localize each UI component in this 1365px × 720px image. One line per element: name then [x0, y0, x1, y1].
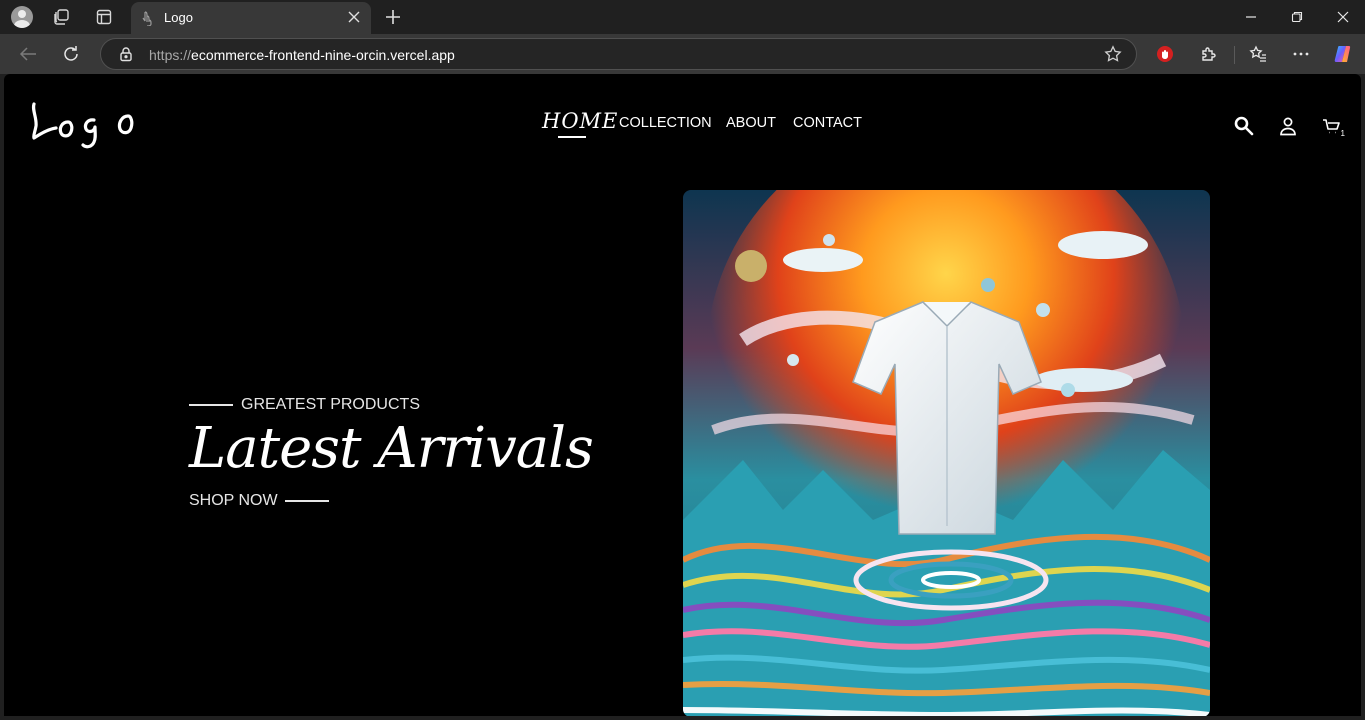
nav-collection[interactable]: COLLECTION: [619, 115, 712, 131]
toolbar-separator: [1234, 46, 1235, 64]
more-icon[interactable]: [1288, 42, 1314, 66]
plus-icon[interactable]: [381, 5, 405, 29]
url-text[interactable]: https://ecommerce-frontend-nine-orcin.ve…: [149, 47, 455, 63]
nav-contact[interactable]: CONTACT: [793, 115, 862, 131]
hero-headline: Latest Arrivals: [189, 416, 594, 481]
hero-subtitle: GREATEST PRODUCTS: [241, 396, 420, 413]
favorites-icon[interactable]: [1245, 42, 1271, 66]
nav-active-indicator: [558, 136, 586, 138]
tab-actions-icon[interactable]: [93, 6, 115, 28]
back-icon[interactable]: [15, 42, 41, 66]
active-tab[interactable]: Logo: [131, 2, 371, 34]
subtitle-line: [189, 404, 233, 406]
puzzle-icon[interactable]: [1196, 42, 1222, 66]
close-window-icon[interactable]: [1331, 5, 1355, 29]
shop-line: [285, 500, 329, 502]
browser-toolbar: https://ecommerce-frontend-nine-orcin.ve…: [0, 34, 1365, 74]
cart-icon[interactable]: 1: [1320, 114, 1345, 138]
tab-strip: Logo: [0, 0, 1365, 34]
page-viewport: HOME COLLECTION ABOUT CONTACT 1 GREATEST…: [4, 74, 1361, 716]
search-icon[interactable]: [1232, 114, 1256, 138]
close-icon[interactable]: [345, 8, 363, 26]
hero-text: GREATEST PRODUCTS Latest Arrivals SHOP N…: [189, 392, 669, 512]
shop-now-link[interactable]: SHOP NOW: [189, 492, 278, 510]
user-icon[interactable]: [1276, 114, 1300, 138]
nav-about[interactable]: ABOUT: [726, 115, 776, 131]
lock-icon[interactable]: [118, 46, 134, 62]
cart-count-badge: 1: [1340, 129, 1345, 138]
tab-title: Logo: [164, 10, 193, 25]
refresh-icon[interactable]: [58, 42, 84, 66]
hero-image: [683, 190, 1210, 716]
restore-icon[interactable]: [1285, 5, 1309, 29]
workspaces-icon[interactable]: [50, 6, 72, 28]
minimize-icon[interactable]: [1239, 5, 1263, 29]
nav-home[interactable]: HOME: [542, 109, 618, 133]
profile-icon[interactable]: [11, 6, 33, 28]
address-bar[interactable]: https://ecommerce-frontend-nine-orcin.ve…: [100, 38, 1137, 70]
copilot-icon[interactable]: [1331, 42, 1357, 66]
star-icon[interactable]: [1104, 45, 1122, 63]
favicon-icon: [141, 10, 155, 27]
site-logo[interactable]: [28, 98, 152, 154]
extension-icon[interactable]: [1152, 42, 1178, 66]
